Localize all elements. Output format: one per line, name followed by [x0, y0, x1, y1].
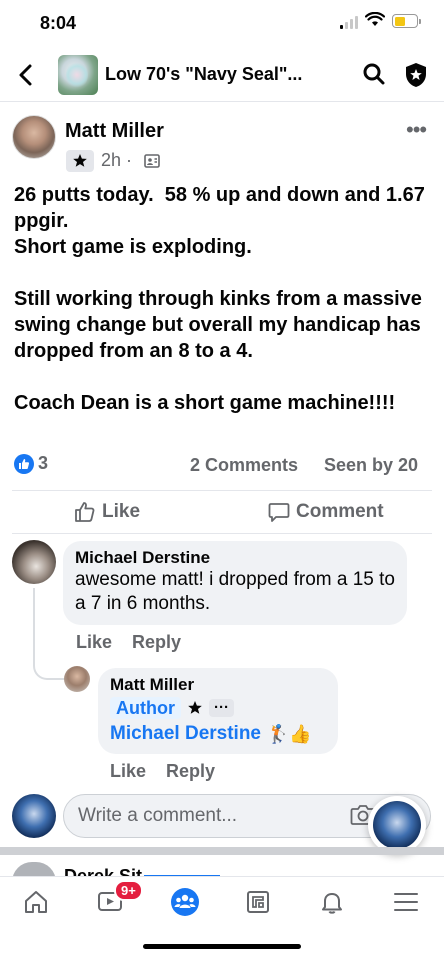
bell-icon — [322, 893, 342, 914]
hamburger-menu-icon — [394, 893, 418, 911]
admin-star-badge — [66, 150, 94, 172]
status-time: 8:04 — [40, 13, 77, 33]
reactions-summary[interactable]: 3 — [14, 453, 48, 474]
thumbs-up-icon — [75, 502, 95, 522]
comment-button-label: Comment — [296, 501, 384, 522]
reply-thread-line — [33, 588, 65, 680]
post-body-line: Still working through kinks from a massi… — [14, 288, 428, 362]
comment-author-avatar[interactable] — [12, 540, 56, 584]
home-icon — [25, 891, 47, 913]
groups-icon — [171, 888, 199, 916]
post-body-line: Coach Dean is a short game machine!!!! — [14, 392, 396, 414]
video-notification-badge: 9+ — [114, 880, 143, 901]
comment-actions: Like Reply — [76, 632, 181, 653]
battery-icon — [392, 14, 421, 28]
post-body-line: Short game is exploding. — [14, 236, 252, 258]
badge-more-icon[interactable]: ··· — [208, 699, 234, 717]
shield-star-icon[interactable] — [402, 61, 430, 89]
tab-home[interactable] — [18, 885, 54, 919]
group-avatar[interactable] — [58, 55, 98, 95]
post-timestamp[interactable]: 2h · — [101, 150, 132, 171]
floating-chat-head[interactable] — [368, 796, 426, 854]
post-author-name[interactable]: Matt Miller — [65, 120, 164, 143]
comment-bubble-icon — [268, 503, 290, 522]
like-reaction-icon — [14, 453, 34, 474]
tab-groups[interactable] — [167, 885, 203, 919]
bottom-tab-bar: 9+ — [0, 876, 444, 926]
reply-author-name[interactable]: Matt Miller — [110, 675, 326, 695]
comment-button[interactable]: Comment — [268, 491, 384, 533]
reply-bubble[interactable]: Matt Miller Author ··· Michael Derstine … — [98, 668, 338, 754]
reply-reply-link[interactable]: Reply — [166, 761, 215, 782]
tab-notifications[interactable] — [314, 885, 350, 919]
group-title[interactable]: Low 70's "Navy Seal"... — [105, 64, 302, 85]
reaction-count: 3 — [38, 453, 49, 473]
tab-menu[interactable] — [388, 885, 424, 919]
status-bar: 8:04 — [0, 0, 444, 46]
like-button[interactable]: Like — [74, 491, 140, 533]
current-user-avatar — [12, 794, 56, 838]
feed-separator — [0, 847, 444, 855]
post-more-options-icon[interactable]: ••• — [406, 117, 427, 143]
seen-by-count[interactable]: Seen by 20 — [324, 455, 418, 476]
group-header: Low 70's "Navy Seal"... — [0, 50, 444, 102]
comment-text: awesome matt! i dropped from a 15 to a 7… — [75, 569, 395, 614]
reply-author-badges: Author ··· — [110, 697, 326, 719]
post-body-line: 26 putts today. 58 % up and down and 1.6… — [14, 184, 431, 232]
like-button-label: Like — [102, 501, 141, 522]
pages-icon — [247, 891, 269, 913]
search-icon[interactable] — [362, 62, 386, 86]
signal-icon — [340, 16, 358, 29]
reply-text: Michael Derstine 🏌👍 — [110, 723, 326, 745]
group-members-icon — [144, 154, 160, 168]
reply-like-link[interactable]: Like — [110, 761, 146, 782]
comment-like-link[interactable]: Like — [76, 632, 112, 653]
star-icon — [187, 700, 203, 716]
author-tag: Author — [110, 697, 181, 719]
comment-author-name[interactable]: Michael Derstine — [75, 548, 395, 568]
reply-author-avatar[interactable] — [64, 666, 90, 692]
wifi-icon — [365, 12, 385, 26]
back-arrow-icon[interactable] — [14, 62, 38, 88]
post-body-line — [14, 260, 434, 286]
post-author-avatar[interactable] — [12, 115, 56, 159]
mention-link[interactable]: Michael Derstine — [110, 723, 261, 745]
tab-pages[interactable] — [240, 885, 276, 919]
post-action-bar: Like Comment — [12, 490, 432, 534]
reply-actions: Like Reply — [110, 761, 215, 782]
comments-count[interactable]: 2 Comments — [190, 455, 298, 476]
comment-reply-link[interactable]: Reply — [132, 632, 181, 653]
post-body: 26 putts today. 58 % up and down and 1.6… — [14, 182, 434, 416]
comment-bubble[interactable]: Michael Derstine awesome matt! i dropped… — [63, 541, 407, 625]
star-icon — [73, 154, 87, 167]
home-indicator — [143, 944, 301, 949]
golf-thumbs-emoji: 🏌👍 — [267, 723, 312, 744]
post-body-line — [14, 364, 434, 390]
